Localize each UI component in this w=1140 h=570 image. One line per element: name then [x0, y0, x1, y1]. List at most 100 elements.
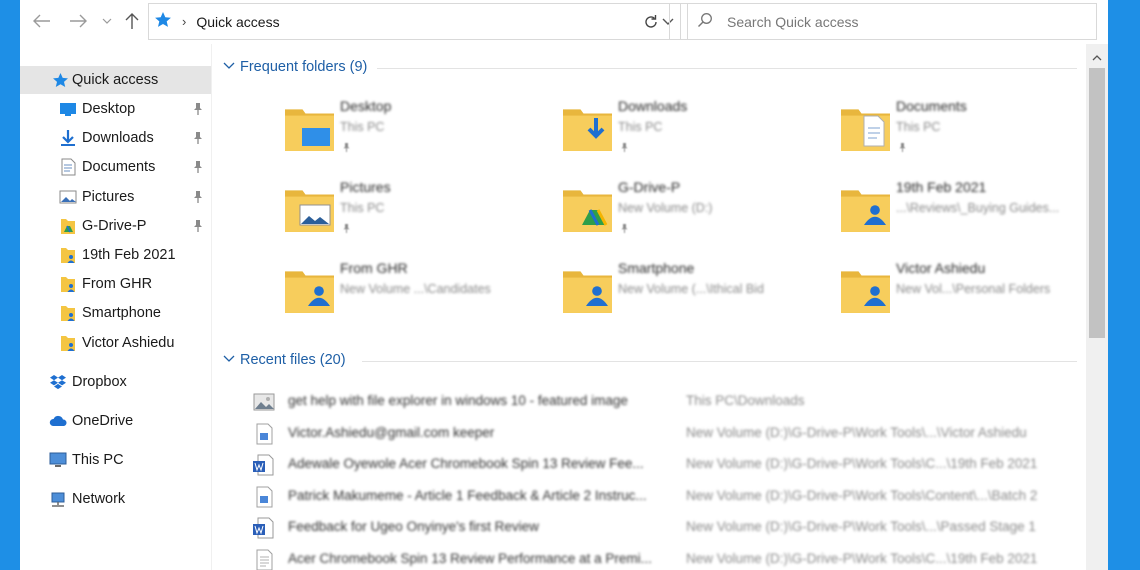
arrow-right-icon: [70, 14, 87, 28]
desktop-icon: [59, 100, 77, 118]
user-folder-icon: [59, 275, 77, 293]
folder-name: Downloads: [618, 98, 688, 114]
nav-item-this-pc[interactable]: This PC: [20, 446, 211, 474]
folder-tile[interactable]: From GHR New Volume ...\Candidates: [284, 258, 554, 328]
nav-item-victor-ashiedu[interactable]: Victor Ashiedu: [20, 329, 211, 357]
address-bar[interactable]: › Quick access: [148, 3, 688, 40]
folder-name: 19th Feb 2021: [896, 179, 987, 195]
search-box[interactable]: [680, 3, 1097, 40]
navigation-pane: Quick access Desktop Downloads Documents Pi…: [20, 44, 211, 570]
file-name: Patrick Makumeme - Article 1 Feedback & …: [288, 487, 647, 503]
pin-icon: [342, 221, 351, 237]
nav-item-dropbox[interactable]: Dropbox: [20, 368, 211, 396]
search-input[interactable]: [727, 13, 1067, 30]
onedrive-icon: [49, 412, 67, 430]
nav-item-quick-access[interactable]: Quick access: [20, 66, 211, 94]
nav-item-label: Smartphone: [82, 305, 161, 322]
file-explorer-window: › Quick access Quick access Desktop Downl…: [20, 0, 1108, 570]
frequent-folders-header[interactable]: Frequent folders (9): [212, 57, 1086, 79]
vertical-scrollbar[interactable]: [1086, 44, 1108, 570]
pin-icon: [192, 190, 204, 204]
nav-item-label: 19th Feb 2021: [82, 247, 176, 263]
breadcrumb-quick-access[interactable]: Quick access: [196, 14, 279, 30]
pin-icon: [620, 221, 629, 237]
folder-location: New Volume (...\Ithical Bid: [618, 282, 764, 296]
user-folder-icon: [59, 304, 77, 322]
folder-name: Documents: [896, 98, 967, 114]
nav-item-downloads[interactable]: Downloads: [20, 124, 211, 152]
folder-name: Smartphone: [618, 260, 695, 276]
file-row[interactable]: Victor.Ashiedu@gmail.com keeper New Volum…: [252, 419, 1082, 449]
nav-item-label: Documents: [82, 159, 156, 176]
file-path: New Volume (D:)\G-Drive-P\Work Tools\...…: [686, 424, 1027, 440]
user-folder-icon: [59, 246, 77, 264]
scrollbar-thumb[interactable]: [1089, 68, 1105, 338]
pin-icon: [192, 102, 204, 116]
nav-item-label: G-Drive-P: [82, 217, 147, 234]
file-path: New Volume (D:)\G-Drive-P\Work Tools\Con…: [686, 487, 1038, 503]
pin-icon: [192, 160, 204, 174]
refresh-button[interactable]: [632, 3, 670, 40]
recent-files-header[interactable]: Recent files (20): [212, 350, 1086, 372]
forward-button[interactable]: [66, 10, 90, 32]
nav-item-label: Desktop: [82, 101, 136, 117]
text-file-icon: [252, 548, 276, 570]
folder-tile[interactable]: Victor Ashiedu New Vol...\Personal Folder…: [840, 258, 1108, 328]
group-divider: [362, 361, 1077, 362]
nav-item-19th-feb-2021[interactable]: 19th Feb 2021: [20, 241, 211, 269]
recent-locations-button[interactable]: [100, 10, 114, 32]
back-button[interactable]: [30, 10, 54, 32]
nav-item-label: Pictures: [82, 188, 135, 205]
folder-tile[interactable]: Desktop This PC: [284, 96, 554, 166]
quick-access-star-icon: [51, 71, 69, 89]
nav-item-onedrive[interactable]: OneDrive: [20, 407, 211, 435]
file-row[interactable]: Adewale Oyewole Acer Chromebook Spin 13 …: [252, 450, 1082, 480]
folder-tile[interactable]: Pictures This PC: [284, 177, 554, 247]
file-row[interactable]: Patrick Makumeme - Article 1 Feedback & …: [252, 482, 1082, 512]
file-name: get help with file explorer in windows 1…: [288, 393, 628, 408]
nav-item-from-ghr[interactable]: From GHR: [20, 270, 211, 298]
scroll-up-button[interactable]: [1086, 48, 1108, 68]
group-divider: [377, 68, 1077, 69]
search-icon: [697, 12, 713, 31]
folder-tile[interactable]: Smartphone New Volume (...\Ithical Bid: [562, 258, 832, 328]
folder-name: Pictures: [340, 179, 391, 195]
folder-name: From GHR: [340, 260, 408, 276]
this-pc-icon: [49, 451, 67, 469]
pin-icon: [192, 131, 204, 145]
file-row[interactable]: Feedback for Ugeo Onyinye's first Review…: [252, 513, 1082, 543]
nav-item-smartphone[interactable]: Smartphone: [20, 299, 211, 327]
folder-tile[interactable]: Documents This PC: [840, 96, 1108, 166]
nav-item-label: From GHR: [82, 276, 153, 293]
collapse-chevron-icon: [223, 62, 235, 69]
file-name: Feedback for Ugeo Onyinye's first Review: [288, 519, 539, 535]
folder-tile[interactable]: G-Drive-P New Volume (D:): [562, 177, 832, 247]
gdrive-folder-icon: [59, 217, 77, 235]
image-file-icon: [252, 390, 276, 414]
folder-location: This PC: [896, 120, 941, 134]
file-row[interactable]: Acer Chromebook Spin 13 Review Performan…: [252, 545, 1082, 570]
nav-item-pictures[interactable]: Pictures: [20, 183, 211, 211]
nav-item-desktop[interactable]: Desktop: [20, 95, 211, 123]
folder-location: New Vol...\Personal Folders: [896, 282, 1051, 296]
generic-file-icon: [252, 422, 276, 446]
nav-item-g-drive-p[interactable]: G-Drive-P: [20, 212, 211, 240]
group-title: Recent files (20): [240, 352, 346, 368]
file-name: Adewale Oyewole Acer Chromebook Spin 13 …: [288, 456, 644, 472]
documents-icon: [59, 158, 77, 176]
folder-name: Desktop: [340, 98, 392, 114]
folder-tile[interactable]: 19th Feb 2021 ...\Reviews\_Buying Guides.…: [840, 177, 1108, 247]
folder-location: This PC: [340, 201, 385, 215]
up-button[interactable]: [120, 10, 144, 32]
folder-location: ...\Reviews\_Buying Guides...: [896, 201, 1060, 215]
nav-item-documents[interactable]: Documents: [20, 153, 211, 181]
file-path: New Volume (D:)\G-Drive-P\Work Tools\...…: [686, 519, 1036, 535]
generic-file-icon: [252, 485, 276, 509]
group-title: Frequent folders (9): [240, 59, 368, 75]
nav-item-network[interactable]: Network: [20, 485, 211, 513]
pin-icon: [620, 140, 629, 156]
folder-tile[interactable]: Downloads This PC: [562, 96, 832, 166]
nav-item-label: This PC: [72, 452, 124, 468]
file-row[interactable]: get help with file explorer in windows 1…: [252, 387, 1082, 417]
file-name: Acer Chromebook Spin 13 Review Performan…: [288, 551, 652, 566]
